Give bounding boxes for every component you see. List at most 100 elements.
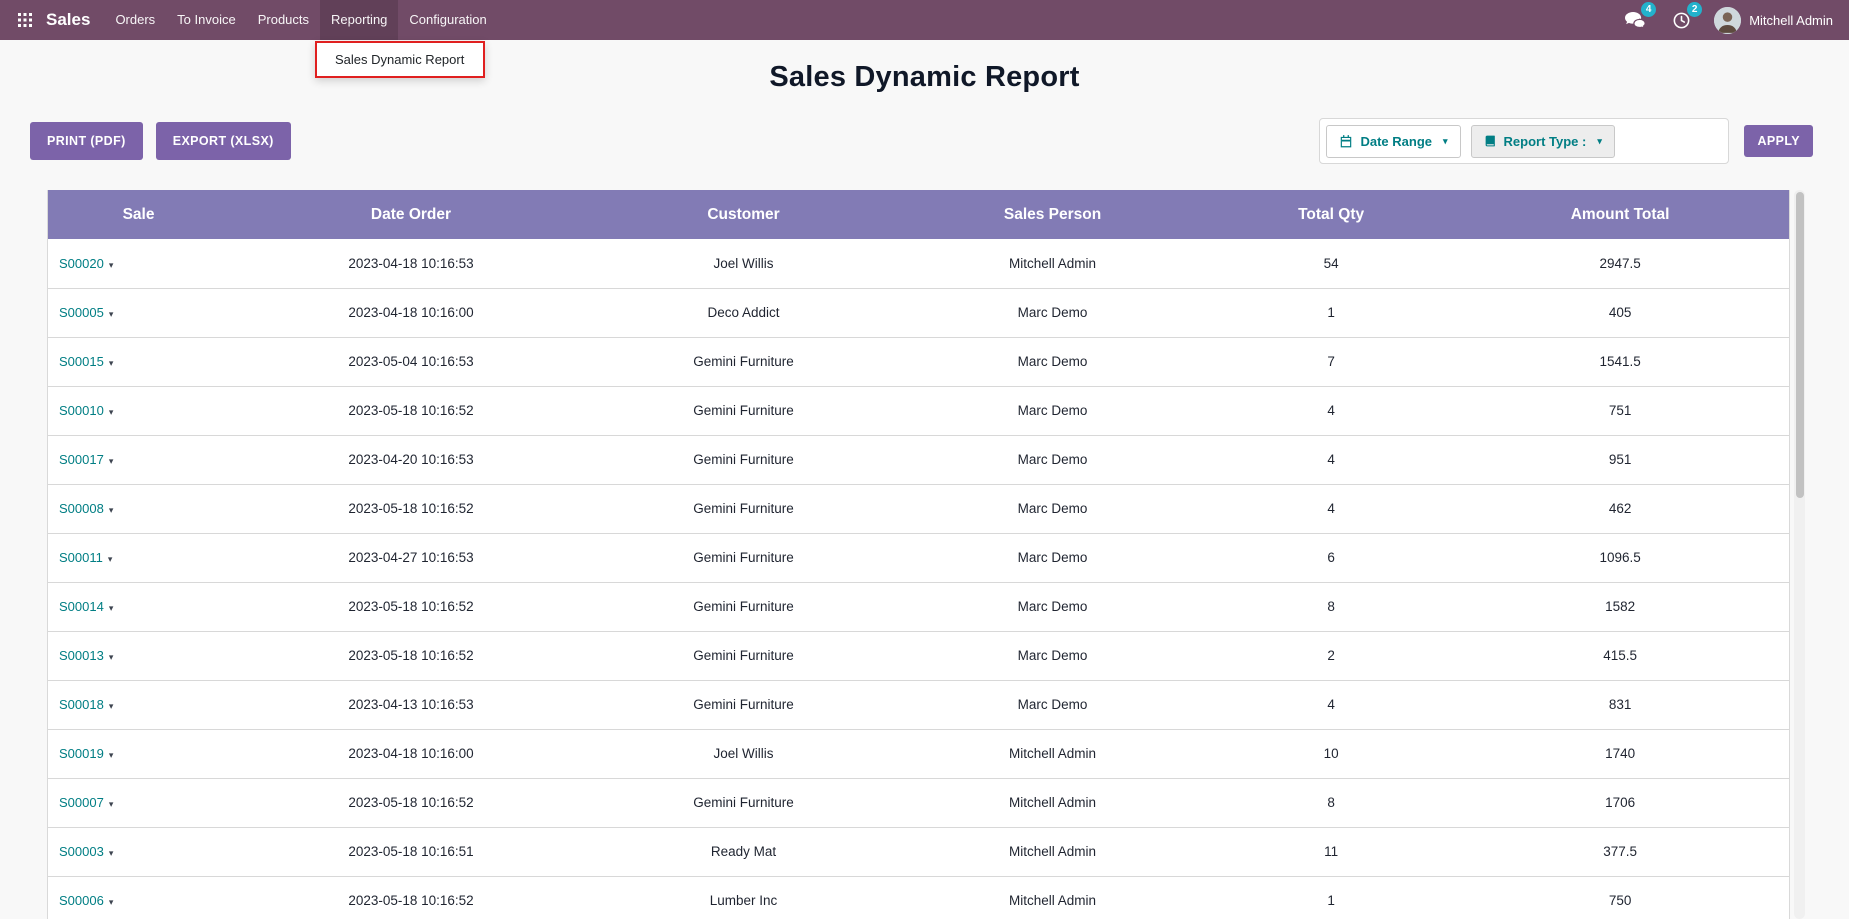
customer-cell: Gemini Furniture	[593, 435, 894, 484]
customer-cell: Deco Addict	[593, 288, 894, 337]
navbar-right-section: 4 2 Mitchell Admin	[1622, 7, 1833, 34]
sale-cell: S00003 ▾	[48, 827, 229, 876]
qty-cell: 4	[1211, 386, 1451, 435]
sale-order-link[interactable]: S00008	[59, 501, 104, 516]
sale-cell: S00013 ▾	[48, 631, 229, 680]
customer-cell: Gemini Furniture	[593, 337, 894, 386]
vertical-scrollbar[interactable]	[1794, 190, 1805, 919]
chevron-down-icon[interactable]: ▾	[109, 260, 114, 270]
sale-order-link[interactable]: S00010	[59, 403, 104, 418]
table-row: S00003 ▾ 2023-05-18 10:16:51 Ready Mat Mi…	[48, 827, 1789, 876]
sale-order-link[interactable]: S00006	[59, 893, 104, 908]
apply-button[interactable]: APPLY	[1744, 125, 1813, 157]
chevron-down-icon[interactable]: ▾	[109, 456, 114, 466]
amount-cell: 405	[1451, 288, 1789, 337]
menu-item-sales-dynamic-report[interactable]: Sales Dynamic Report	[317, 43, 483, 76]
date-range-button[interactable]: Date Range ▾	[1326, 125, 1460, 158]
salesperson-cell: Marc Demo	[894, 582, 1211, 631]
date-order-cell: 2023-05-18 10:16:52	[229, 582, 593, 631]
chevron-down-icon[interactable]: ▾	[109, 652, 114, 662]
amount-cell: 1541.5	[1451, 337, 1789, 386]
sale-cell: S00018 ▾	[48, 680, 229, 729]
user-menu[interactable]: Mitchell Admin	[1714, 7, 1833, 34]
table-row: S00006▾ 2023-05-18 10:16:52 Lumber Inc M…	[48, 876, 1789, 919]
report-type-button[interactable]: Report Type : ▾	[1471, 125, 1615, 158]
table-row: S00020▾ 2023-04-18 10:16:53 Joel Willis …	[48, 239, 1789, 288]
chevron-down-icon[interactable]: ▾	[109, 750, 114, 760]
apps-menu-button[interactable]	[10, 0, 40, 40]
customer-cell: Joel Willis	[593, 239, 894, 288]
sale-order-link[interactable]: S00013	[59, 648, 104, 663]
amount-cell: 2947.5	[1451, 239, 1789, 288]
customer-cell: Gemini Furniture	[593, 680, 894, 729]
sale-cell: S00010 ▾	[48, 386, 229, 435]
sale-order-link[interactable]: S00003	[59, 844, 104, 859]
nav-item-configuration[interactable]: Configuration	[398, 0, 497, 40]
chevron-down-icon[interactable]: ▾	[109, 897, 114, 907]
sale-order-link[interactable]: S00018	[59, 697, 104, 712]
table-row: S00008▾ 2023-05-18 10:16:52 Gemini Furni…	[48, 484, 1789, 533]
sale-order-link[interactable]: S00014	[59, 599, 104, 614]
qty-cell: 10	[1211, 729, 1451, 778]
sale-order-link[interactable]: S00020	[59, 256, 104, 271]
sale-cell: S00006 ▾	[48, 876, 229, 919]
app-window: Sales Orders To Invoice Products Reporti…	[0, 0, 1849, 919]
date-order-cell: 2023-04-18 10:16:53	[229, 239, 593, 288]
date-order-cell: 2023-04-13 10:16:53	[229, 680, 593, 729]
nav-item-products[interactable]: Products	[247, 0, 320, 40]
chevron-down-icon[interactable]: ▾	[109, 799, 114, 809]
sale-cell: S00015 ▾	[48, 337, 229, 386]
customer-cell: Gemini Furniture	[593, 631, 894, 680]
chevron-down-icon[interactable]: ▾	[109, 407, 114, 417]
table-body: S00020▾ 2023-04-18 10:16:53 Joel Willis …	[48, 239, 1789, 919]
chevron-down-icon[interactable]: ▾	[109, 358, 114, 368]
qty-cell: 4	[1211, 484, 1451, 533]
chevron-down-icon[interactable]: ▾	[108, 554, 113, 564]
chevron-down-icon[interactable]: ▾	[109, 309, 114, 319]
chevron-down-icon[interactable]: ▾	[109, 848, 114, 858]
activities-button[interactable]: 2	[1668, 7, 1694, 33]
qty-cell: 7	[1211, 337, 1451, 386]
salesperson-cell: Marc Demo	[894, 337, 1211, 386]
salesperson-cell: Mitchell Admin	[894, 827, 1211, 876]
sale-order-link[interactable]: S00011	[59, 550, 103, 565]
sale-order-link[interactable]: S00007	[59, 795, 104, 810]
nav-item-reporting[interactable]: Reporting	[320, 0, 398, 40]
sale-cell: S00005 ▾	[48, 288, 229, 337]
chevron-down-icon[interactable]: ▾	[109, 701, 114, 711]
qty-cell: 6	[1211, 533, 1451, 582]
salesperson-cell: Marc Demo	[894, 533, 1211, 582]
amount-cell: 750	[1451, 876, 1789, 919]
amount-cell: 951	[1451, 435, 1789, 484]
date-order-cell: 2023-04-18 10:16:00	[229, 288, 593, 337]
chevron-down-icon[interactable]: ▾	[109, 505, 114, 515]
date-order-cell: 2023-05-18 10:16:51	[229, 827, 593, 876]
export-xlsx-button[interactable]: EXPORT (XLSX)	[156, 122, 291, 160]
amount-cell: 831	[1451, 680, 1789, 729]
amount-cell: 377.5	[1451, 827, 1789, 876]
sale-order-link[interactable]: S00017	[59, 452, 104, 467]
amount-cell: 1582	[1451, 582, 1789, 631]
table-row: S00007▾ 2023-05-18 10:16:52 Gemini Furni…	[48, 778, 1789, 827]
column-header-customer: Customer	[593, 190, 894, 239]
sale-order-link[interactable]: S00005	[59, 305, 104, 320]
sale-order-link[interactable]: S00015	[59, 354, 104, 369]
nav-item-to-invoice[interactable]: To Invoice	[166, 0, 247, 40]
column-header-date-order: Date Order	[229, 190, 593, 239]
print-pdf-button[interactable]: PRINT (PDF)	[30, 122, 143, 160]
customer-cell: Joel Willis	[593, 729, 894, 778]
customer-cell: Ready Mat	[593, 827, 894, 876]
amount-cell: 415.5	[1451, 631, 1789, 680]
chevron-down-icon[interactable]: ▾	[109, 603, 114, 613]
customer-cell: Gemini Furniture	[593, 533, 894, 582]
salesperson-cell: Mitchell Admin	[894, 876, 1211, 919]
scrollbar-thumb[interactable]	[1796, 192, 1804, 498]
messages-button[interactable]: 4	[1622, 7, 1648, 33]
top-navbar: Sales Orders To Invoice Products Reporti…	[0, 0, 1849, 40]
app-brand[interactable]: Sales	[46, 10, 90, 30]
sale-order-link[interactable]: S00019	[59, 746, 104, 761]
book-icon	[1484, 134, 1497, 148]
table-row: S00013▾ 2023-05-18 10:16:52 Gemini Furni…	[48, 631, 1789, 680]
amount-cell: 751	[1451, 386, 1789, 435]
nav-item-orders[interactable]: Orders	[104, 0, 166, 40]
